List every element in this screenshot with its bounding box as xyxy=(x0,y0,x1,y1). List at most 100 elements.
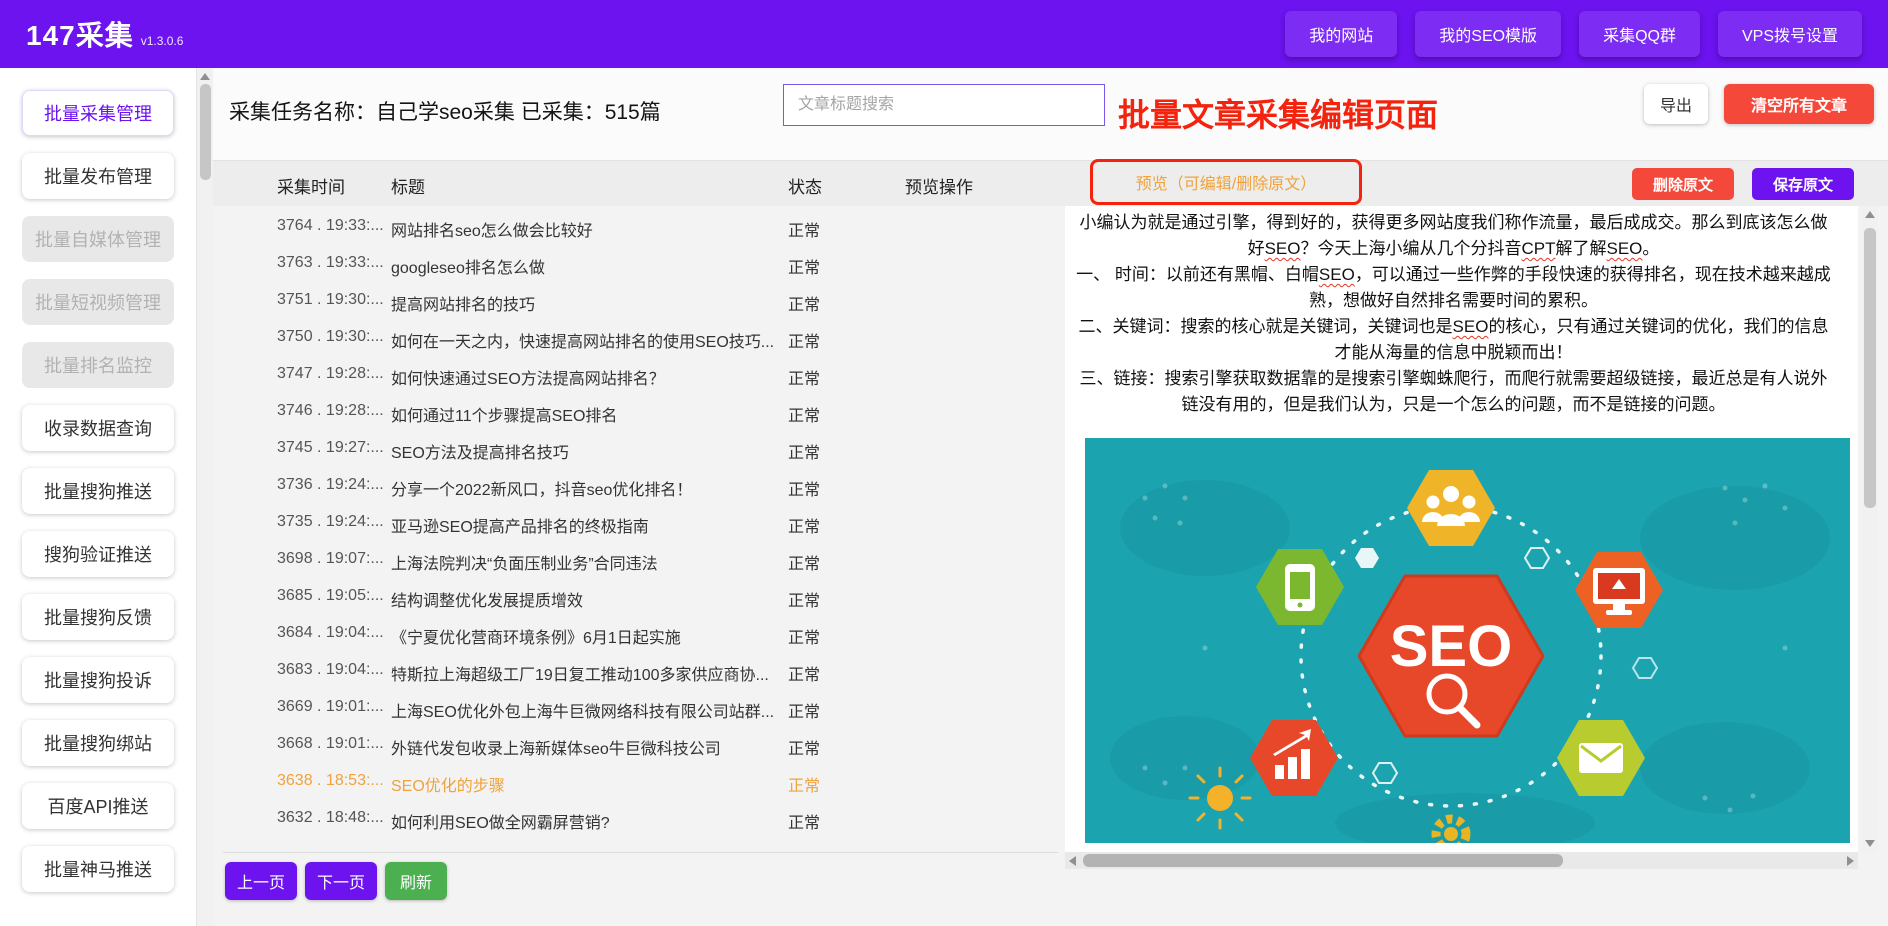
row-status: 正常 xyxy=(788,476,820,500)
table-row[interactable]: 3685 . 19:05:... 结构调整优化发展提质增效 正常 原文|格式化|… xyxy=(213,578,1058,615)
row-time: 3745 . 19:27:... xyxy=(277,439,385,457)
scroll-down-icon[interactable] xyxy=(1865,840,1875,847)
top-nav-item-4[interactable]: VPS拨号设置 xyxy=(1718,11,1862,57)
row-time: 3669 . 19:01:... xyxy=(277,698,385,716)
next-page-button[interactable]: 下一页 xyxy=(305,862,377,900)
sidebar-item-3[interactable]: 批量自媒体管理 xyxy=(22,216,174,262)
clear-all-button[interactable]: 清空所有文章 xyxy=(1724,84,1874,124)
top-nav-item-3[interactable]: 采集QQ群 xyxy=(1579,11,1700,57)
sidebar-item-4[interactable]: 批量短视频管理 xyxy=(22,279,174,325)
row-time: 3763 . 19:33:... xyxy=(277,254,385,272)
sidebar-item-6[interactable]: 收录数据查询 xyxy=(22,405,174,451)
sidebar-item-9[interactable]: 批量搜狗反馈 xyxy=(22,594,174,640)
row-time: 3746 . 19:28:... xyxy=(277,402,385,420)
sidebar-item-12[interactable]: 百度API推送 xyxy=(22,783,174,829)
row-status: 正常 xyxy=(788,402,820,426)
refresh-button[interactable]: 刷新 xyxy=(385,862,447,900)
sidebar-item-5[interactable]: 批量排名监控 xyxy=(22,342,174,388)
sidebar-item-7[interactable]: 批量搜狗推送 xyxy=(22,468,174,514)
table-row[interactable]: 3735 . 19:24:... 亚马逊SEO提高产品排名的终极指南 正常 原文… xyxy=(213,504,1058,541)
scroll-left-icon[interactable] xyxy=(1069,856,1076,866)
row-title: googleseo排名怎么做 xyxy=(391,254,776,278)
table-row[interactable]: 3747 . 19:28:... 如何快速通过SEO方法提高网站排名？ 正常 原… xyxy=(213,356,1058,393)
row-status: 正常 xyxy=(788,365,820,389)
app-logo: 147采集 v1.3.0.6 xyxy=(26,14,183,54)
row-title: SEO优化的步骤 xyxy=(391,772,776,796)
row-title: 特斯拉上海超级工厂19日复工推动100多家供应商协... xyxy=(391,661,776,685)
table-row[interactable]: 3750 . 19:30:... 如何在一天之内，快速提高网站排名的使用SEO技… xyxy=(213,319,1058,356)
table-row[interactable]: 3764 . 19:33:... 网站排名seo怎么做会比较好 正常 原文|格式… xyxy=(213,208,1058,245)
top-bar: 147采集 v1.3.0.6 我的网站我的SEO模版采集QQ群 VPS拨号设置 xyxy=(0,0,1888,68)
row-time: 3685 . 19:05:... xyxy=(277,587,385,605)
preview-editor[interactable]: 小编认为就是通过引擎，得到好的，获得更多网站度我们称作流量，最后成成交。那么到底… xyxy=(1073,210,1834,418)
table-row[interactable]: 3632 . 18:48:... 如何利用SEO做全网霸屏营销? 正常 原文|格… xyxy=(213,800,1058,837)
row-status: 正常 xyxy=(788,661,820,685)
table-row[interactable]: 3751 . 19:30:... 提高网站排名的技巧 正常 原文|格式化|应用模… xyxy=(213,282,1058,319)
row-time: 3698 . 19:07:... xyxy=(277,550,385,568)
scroll-right-icon[interactable] xyxy=(1847,856,1854,866)
row-time: 3668 . 19:01:... xyxy=(277,735,385,753)
row-title: 亚马逊SEO提高产品排名的终极指南 xyxy=(391,513,776,537)
row-status: 正常 xyxy=(788,735,820,759)
table-row[interactable]: 3669 . 19:01:... 上海SEO优化外包上海牛巨微网络科技有限公司站… xyxy=(213,689,1058,726)
prev-page-button[interactable]: 上一页 xyxy=(225,862,297,900)
app-window: 147采集 v1.3.0.6 我的网站我的SEO模版采集QQ群 VPS拨号设置 批… xyxy=(0,0,1888,926)
scrollbar-thumb[interactable] xyxy=(1083,854,1563,867)
task-label: 采集任务名称：自己学seo采集 已采集：515篇 xyxy=(229,96,661,126)
top-nav-item-2[interactable]: 我的SEO模版 xyxy=(1415,11,1561,57)
preview-panel: 小编认为就是通过引擎，得到好的，获得更多网站度我们称作流量，最后成成交。那么到底… xyxy=(1065,206,1858,852)
preview-paragraph[interactable]: 一、 时间：以前还有黑帽、白帽SEO，可以通过一些作弊的手段快速的获得排名，现在… xyxy=(1073,262,1834,314)
table-row[interactable]: 3638 . 18:53:... SEO优化的步骤 正常 原文|格式化|应用模板 xyxy=(213,763,1058,800)
row-status: 正常 xyxy=(788,550,820,574)
export-button[interactable]: 导出 xyxy=(1644,84,1708,124)
row-time: 3747 . 19:28:... xyxy=(277,365,385,383)
scrollbar-thumb[interactable] xyxy=(1864,228,1876,508)
row-time: 3736 . 19:24:... xyxy=(277,476,385,494)
sidebar-item-1[interactable]: 批量采集管理 xyxy=(22,90,174,136)
preview-paragraph[interactable]: 三、链接：搜索引擎获取数据靠的是搜索引擎蜘蛛爬行，而爬行就需要超级链接，最近总是… xyxy=(1073,366,1834,418)
sidebar-item-8[interactable]: 搜狗验证推送 xyxy=(22,531,174,577)
row-status: 正常 xyxy=(788,291,820,315)
col-header-actions: 预览操作 xyxy=(905,173,973,198)
row-status: 正常 xyxy=(788,217,820,241)
sidebar-item-11[interactable]: 批量搜狗绑站 xyxy=(22,720,174,766)
preview-paragraph[interactable]: 二、关键词：搜索的核心就是关键词，关键词也是SEO的核心，只有通过关键词的优化，… xyxy=(1073,314,1834,366)
row-title: 网站排名seo怎么做会比较好 xyxy=(391,217,776,241)
row-status: 正常 xyxy=(788,772,820,796)
table-row[interactable]: 3745 . 19:27:... SEO方法及提高排名技巧 正常 原文|格式化|… xyxy=(213,430,1058,467)
table-row[interactable]: 3746 . 19:28:... 如何通过11个步骤提高SEO排名 正常 原文|… xyxy=(213,393,1058,430)
scroll-up-icon[interactable] xyxy=(1865,211,1875,218)
toolbar: 采集任务名称：自己学seo采集 已采集：515篇 批量文章采集编辑页面 导出 清… xyxy=(213,68,1888,160)
top-nav-item-1[interactable]: 我的网站 xyxy=(1285,11,1397,57)
table-row[interactable]: 3736 . 19:24:... 分享一个2022新风口，抖音seo优化排名！ … xyxy=(213,467,1058,504)
sidebar-scrollbar[interactable] xyxy=(196,68,213,926)
table-row[interactable]: 3698 . 19:07:... 上海法院判决“负面压制业务”合同违法 正常 原… xyxy=(213,541,1058,578)
row-title: 结构调整优化发展提质增效 xyxy=(391,587,776,611)
preview-horizontal-scrollbar[interactable] xyxy=(1065,852,1858,869)
smartphone-icon xyxy=(1285,564,1315,611)
sidebar: 批量采集管理批量发布管理批量自媒体管理批量短视频管理批量排名监控收录数据查询批量… xyxy=(0,68,196,926)
sidebar-item-2[interactable]: 批量发布管理 xyxy=(22,153,174,199)
sidebar-item-13[interactable]: 批量神马推送 xyxy=(22,846,174,892)
save-original-button[interactable]: 保存原文 xyxy=(1752,168,1854,200)
delete-original-button[interactable]: 删除原文 xyxy=(1632,168,1734,200)
preview-paragraph[interactable]: 小编认为就是通过引擎，得到好的，获得更多网站度我们称作流量，最后成成交。那么到底… xyxy=(1073,210,1834,262)
table-row[interactable]: 3683 . 19:04:... 特斯拉上海超级工厂19日复工推动100多家供应… xyxy=(213,652,1058,689)
row-status: 正常 xyxy=(788,809,820,833)
search-input[interactable] xyxy=(783,84,1105,126)
row-title: 提高网站排名的技巧 xyxy=(391,291,776,315)
table-row[interactable]: 3763 . 19:33:... googleseo排名怎么做 正常 原文|格式… xyxy=(213,245,1058,282)
top-nav: 我的网站我的SEO模版采集QQ群 VPS拨号设置 xyxy=(1285,11,1862,57)
table-row[interactable]: 3684 . 19:04:... 《宁夏优化营商环境条例》6月1日起实施 正常 … xyxy=(213,615,1058,652)
sidebar-item-10[interactable]: 批量搜狗投诉 xyxy=(22,657,174,703)
sun-icon xyxy=(1190,768,1250,828)
row-title: 如何通过11个步骤提高SEO排名 xyxy=(391,402,776,426)
mail-icon xyxy=(1579,743,1623,773)
scroll-up-icon[interactable] xyxy=(200,73,210,80)
row-time: 3638 . 18:53:... xyxy=(277,772,385,790)
preview-vertical-scrollbar[interactable] xyxy=(1862,206,1878,852)
col-header-time: 采集时间 xyxy=(277,173,345,198)
scrollbar-thumb[interactable] xyxy=(200,84,211,180)
app-name: 147采集 xyxy=(26,14,134,54)
table-row[interactable]: 3668 . 19:01:... 外链代发包收录上海新媒体seo牛巨微科技公司 … xyxy=(213,726,1058,763)
